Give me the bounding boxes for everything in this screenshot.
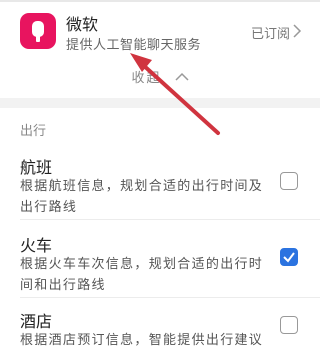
microsoft-app-icon — [20, 13, 56, 49]
collapse-label: 收起 — [131, 71, 162, 86]
chevron-right-icon[interactable] — [292, 24, 302, 38]
list-item-flight[interactable]: 航班 根据航班信息，规划合适的出行时间及出行路线 — [0, 148, 320, 216]
item-description: 根据酒店预订信息，智能提供出行建议 — [20, 333, 264, 348]
hotel-checkbox[interactable] — [280, 316, 298, 334]
flight-checkbox[interactable] — [280, 172, 298, 190]
collapse-toggle[interactable]: 收起 — [0, 66, 320, 94]
item-separator — [20, 219, 320, 220]
item-title: 火车 — [20, 236, 53, 255]
list-item-train[interactable]: 火车 根据火车车次信息，规划合适的出行时间和出行路线 — [0, 226, 320, 294]
check-icon — [283, 252, 295, 263]
item-description: 根据火车车次信息，规划合适的出行时间和出行路线 — [20, 257, 264, 293]
item-separator — [20, 297, 320, 298]
item-title: 航班 — [20, 158, 53, 177]
section-divider — [0, 98, 320, 108]
list-item-hotel[interactable]: 酒店 根据酒店预订信息，智能提供出行建议 — [0, 302, 320, 348]
service-name: 微软 — [66, 15, 99, 34]
item-title: 酒店 — [20, 312, 53, 331]
chevron-up-icon — [175, 72, 189, 81]
subscription-status[interactable]: 已订阅 — [251, 23, 290, 42]
section-title: 出行 — [20, 124, 47, 139]
train-checkbox[interactable] — [280, 248, 298, 266]
service-card[interactable]: 微软 提供人工智能聊天服务 已订阅 收起 — [0, 2, 320, 100]
service-description: 提供人工智能聊天服务 — [66, 38, 202, 53]
item-description: 根据航班信息，规划合适的出行时间及出行路线 — [20, 179, 264, 215]
